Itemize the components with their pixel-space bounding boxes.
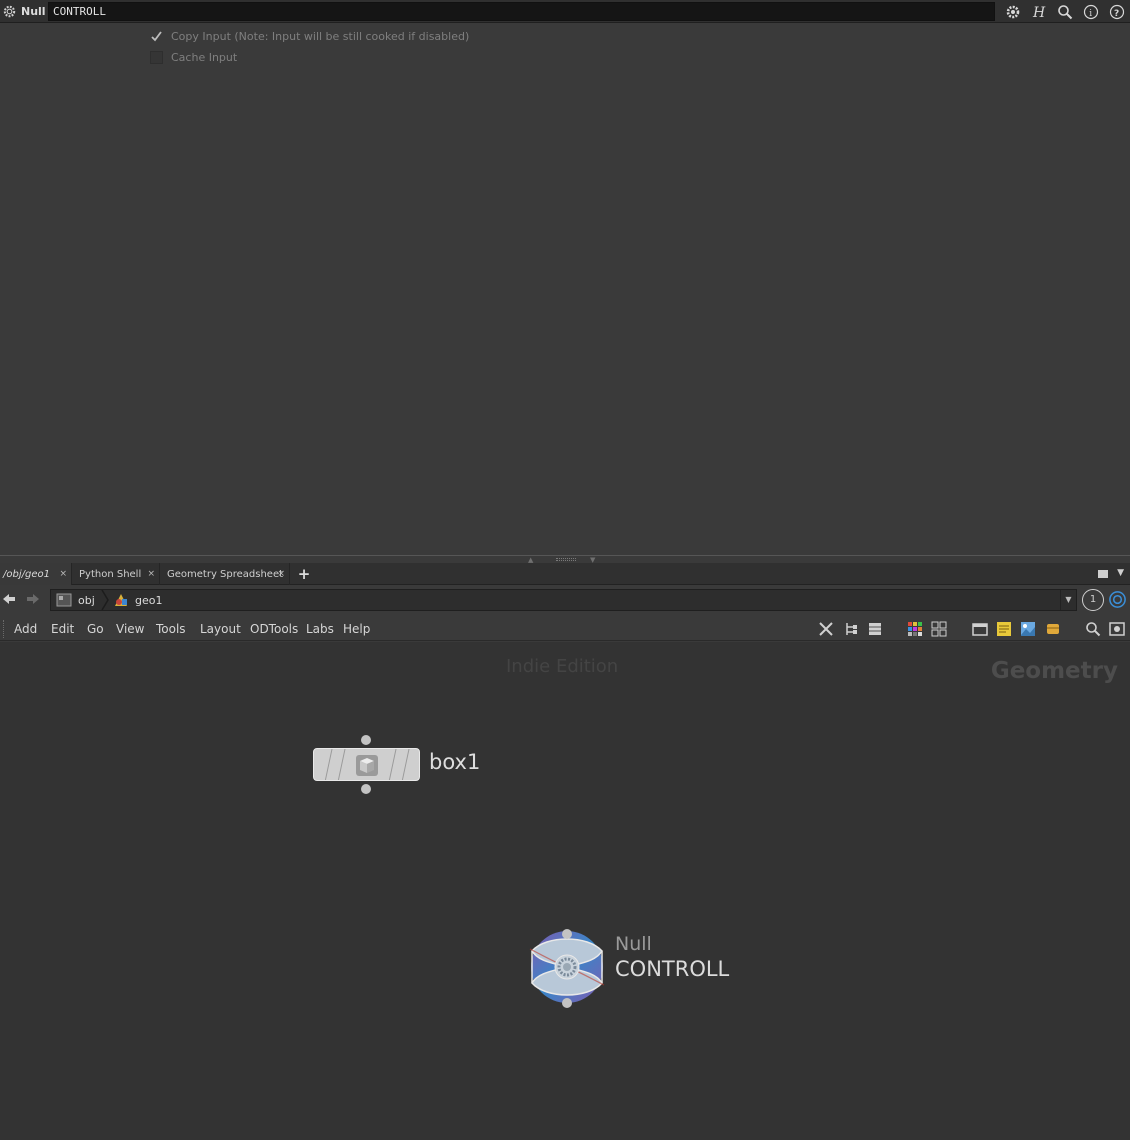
cache-input-label: Cache Input [171, 50, 238, 64]
forward-arrow-icon[interactable] [26, 592, 40, 606]
node-controll-name-label: CONTROLL [615, 957, 730, 981]
menu-odtools[interactable]: ODTools [250, 617, 298, 641]
copy-input-row[interactable]: Copy Input (Note: Input will be still co… [150, 28, 469, 44]
parameter-pane-header: Null CONTROLL H i ? [0, 0, 1130, 23]
display-options-icon[interactable] [1109, 621, 1125, 637]
close-icon[interactable]: × [147, 569, 155, 579]
add-tab-button[interactable]: + [296, 565, 312, 583]
close-icon[interactable]: × [59, 569, 67, 579]
pane-splitter[interactable]: ▲ ▼ [0, 555, 1130, 564]
pin-button[interactable]: 1 [1082, 589, 1104, 611]
geo-object-icon [115, 594, 127, 606]
parameter-area: Copy Input (Note: Input will be still co… [0, 24, 1130, 554]
link-icon[interactable] [1108, 590, 1127, 609]
list-view-icon[interactable] [867, 621, 883, 637]
crumb-label: obj [78, 593, 95, 607]
find-icon[interactable] [1085, 621, 1101, 637]
tools-icon[interactable] [818, 621, 834, 637]
menu-view[interactable]: View [116, 617, 144, 641]
search-icon[interactable] [1056, 3, 1074, 21]
back-arrow-icon[interactable] [2, 592, 16, 606]
node-type-button[interactable]: Null [2, 2, 47, 21]
node-type-label: Null [21, 5, 46, 18]
background-image-icon[interactable] [1020, 621, 1036, 637]
menu-labs[interactable]: Labs [306, 617, 334, 641]
breadcrumb-separator [101, 590, 109, 610]
svg-text:?: ? [1114, 9, 1119, 19]
houdini-help-icon[interactable]: H [1030, 3, 1048, 21]
color-palette-icon[interactable] [907, 621, 923, 637]
menu-go[interactable]: Go [87, 617, 104, 641]
pane-maximize-icon[interactable] [1098, 570, 1108, 578]
copy-input-label: Copy Input (Note: Input will be still co… [171, 29, 470, 43]
tab-network-geo1[interactable]: /obj/geo1 × [0, 563, 72, 585]
tree-view-icon[interactable] [843, 621, 859, 637]
tab-label: Geometry Spreadsheet [167, 568, 284, 580]
network-menu-bar: Add Edit Go View Tools Layout ODTools La… [0, 617, 1130, 641]
copy-input-checkbox[interactable] [150, 30, 163, 43]
node-box1-label: box1 [429, 750, 481, 774]
network-context-label: Geometry [990, 658, 1118, 684]
splitter-grip[interactable] [556, 558, 576, 561]
menu-add[interactable]: Add [14, 617, 37, 641]
tab-label: Python Shell [79, 568, 142, 580]
toolbar-handle[interactable] [3, 620, 5, 638]
edition-watermark: Indie Edition [506, 656, 619, 677]
svg-text:H: H [1032, 5, 1046, 20]
info-icon[interactable]: i [1082, 3, 1100, 21]
tab-python-shell[interactable]: Python Shell × [76, 563, 160, 585]
crumb-obj[interactable]: obj [56, 590, 95, 610]
pane-menu-arrow-icon[interactable]: ▼ [1117, 568, 1124, 578]
tab-label: /obj/geo1 [3, 568, 50, 580]
box-sop-icon [356, 755, 378, 776]
network-path-bar: obj geo1 ▼ 1 [0, 586, 1130, 614]
shape-palette-icon[interactable] [931, 621, 947, 637]
obj-context-icon [56, 593, 72, 607]
network-box-icon[interactable] [972, 621, 988, 637]
box1-input-connector[interactable] [361, 735, 371, 745]
cache-input-row[interactable]: Cache Input [150, 49, 237, 65]
crumb-label: geo1 [135, 593, 163, 607]
menu-tools[interactable]: Tools [156, 617, 186, 641]
crumb-geo1[interactable]: geo1 [113, 590, 162, 610]
path-field[interactable]: obj geo1 ▼ [50, 589, 1077, 611]
node-box1[interactable] [313, 748, 420, 781]
node-controll-null[interactable] [526, 929, 608, 1009]
header-icon-group: H i ? [1004, 2, 1126, 21]
cache-input-checkbox[interactable] [150, 50, 163, 64]
node-name-field[interactable]: CONTROLL [48, 2, 995, 21]
pane-tab-bar: /obj/geo1 × Python Shell × Geometry Spre… [0, 563, 1130, 585]
node-controll-type-label: Null [615, 933, 652, 955]
box1-output-connector[interactable] [361, 784, 371, 794]
help-icon[interactable]: ? [1108, 3, 1126, 21]
gear-menu-icon[interactable] [1004, 3, 1022, 21]
sticky-note-icon[interactable] [996, 621, 1012, 637]
checkmark-icon [151, 30, 162, 41]
menu-help[interactable]: Help [343, 617, 370, 641]
network-editor[interactable]: Indie Edition Geometry box1 Null CONTROL… [0, 642, 1130, 1140]
menu-edit[interactable]: Edit [51, 617, 74, 641]
null-node-gear-icon [3, 5, 16, 18]
tab-geometry-spreadsheet[interactable]: Geometry Spreadsheet × [164, 563, 290, 585]
menu-layout[interactable]: Layout [200, 617, 241, 641]
close-icon[interactable]: × [277, 569, 285, 579]
dependency-icon[interactable] [1045, 621, 1061, 637]
path-dropdown-icon[interactable]: ▼ [1060, 590, 1076, 610]
svg-text:i: i [1089, 9, 1092, 19]
